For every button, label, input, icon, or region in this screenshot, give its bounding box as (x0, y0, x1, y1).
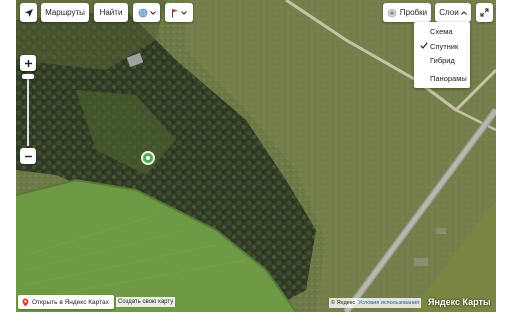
fullscreen-button[interactable] (476, 3, 493, 22)
find-button[interactable]: Найти (94, 3, 128, 22)
minus-icon (24, 155, 32, 157)
traffic-light-icon (387, 8, 397, 17)
terms-of-use-link[interactable]: Условия использования (358, 300, 419, 306)
create-map-link[interactable]: Создать свою карту (116, 297, 176, 307)
checkmark-icon (420, 42, 428, 49)
placemark-dropdown[interactable] (165, 3, 193, 22)
layers-menu: Схема Спутник Гибрид Панорамы (414, 22, 470, 88)
map-pin-icon (22, 298, 29, 306)
globe-icon (138, 8, 147, 17)
chevron-up-icon (460, 10, 467, 15)
chevron-down-icon (181, 10, 187, 15)
zoom-in-button[interactable] (20, 55, 36, 71)
layers-menu-item-panoramas[interactable]: Панорамы (430, 74, 467, 83)
layers-menu-item-hybrid[interactable]: Гибрид (430, 56, 455, 65)
find-label: Найти (99, 8, 123, 17)
flag-icon (172, 8, 178, 17)
zoom-out-button[interactable] (20, 148, 36, 164)
locate-button[interactable] (20, 3, 37, 22)
open-in-yandex-maps-link[interactable]: Открыть в Яндекс Картах (18, 295, 114, 309)
navigation-arrow-icon (24, 8, 33, 17)
layers-label: Слои (439, 8, 459, 17)
chevron-down-icon (149, 10, 156, 15)
map-type-dropdown[interactable] (133, 3, 160, 22)
routes-button[interactable]: Маршруты (41, 3, 89, 22)
layers-menu-item-satellite[interactable]: Спутник (430, 42, 458, 51)
open-in-yandex-maps-label: Открыть в Яндекс Картах (32, 298, 109, 306)
yandex-maps-logo[interactable]: Яндекс Карты (428, 297, 491, 307)
copyright-text: © Яндекс (331, 300, 356, 306)
attribution: © Яндекс Условия использования (329, 298, 422, 308)
plus-icon (24, 59, 32, 67)
placemark-marker[interactable] (140, 150, 156, 166)
traffic-label: Пробки (399, 8, 428, 17)
layers-menu-item-scheme[interactable]: Схема (430, 27, 453, 36)
traffic-button[interactable]: Пробки (383, 3, 431, 22)
zoom-slider-handle[interactable] (22, 74, 34, 79)
zoom-slider-track[interactable] (27, 78, 29, 146)
expand-icon (480, 8, 489, 17)
layers-button[interactable]: Слои (435, 3, 471, 22)
routes-label: Маршруты (45, 8, 85, 17)
